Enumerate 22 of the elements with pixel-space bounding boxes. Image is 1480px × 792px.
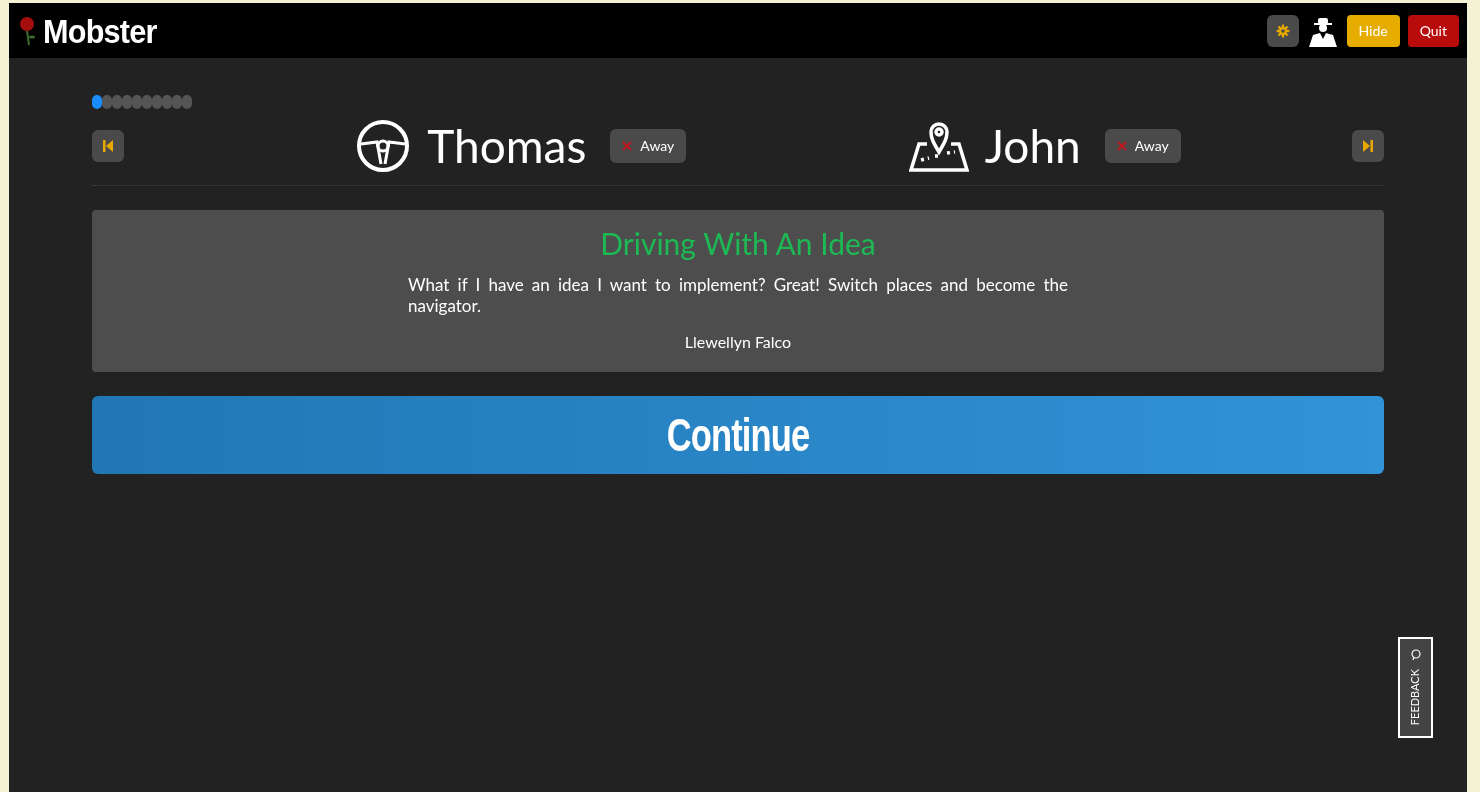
app-title: Mobster [43,13,157,48]
gear-icon [1275,23,1290,38]
mobster-name: Thomas [427,123,587,169]
next-button[interactable] [1352,130,1384,162]
skip-back-icon [103,140,113,152]
map-pin-icon [908,120,969,172]
mobster-name: John [984,123,1081,169]
away-button[interactable]: Away [610,129,687,163]
tip-author: Llewellyn Falco [684,331,792,353]
skip-forward-icon [1363,140,1373,152]
tip-title: Driving With An Idea [600,228,876,258]
settings-button[interactable] [1266,14,1299,47]
steering-wheel-icon [355,118,412,174]
away-button[interactable]: Away [1104,129,1181,163]
tip-text: What if I have an idea I want to implement? Great! Switch places and become the navigator. [408,274,1068,316]
x-icon [1116,141,1127,151]
previous-button[interactable] [92,130,124,162]
continue-button[interactable]: Continue [92,396,1384,474]
speech-bubble-icon [1409,649,1422,662]
x-icon [622,141,633,151]
quit-button[interactable]: Quit [1407,14,1459,47]
feedback-button[interactable]: FEEDBACK [1398,637,1433,738]
